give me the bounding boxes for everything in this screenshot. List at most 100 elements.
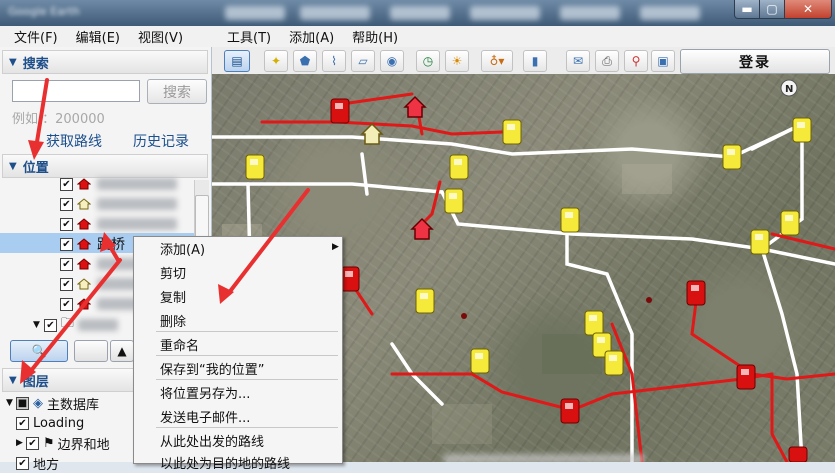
fuel-pin-icon[interactable] (415, 288, 435, 320)
layer-item[interactable]: ✔ 地方 (6, 453, 134, 473)
context-menu-rename[interactable]: 重命名 (160, 335, 199, 354)
red-pin-icon[interactable] (788, 446, 808, 462)
menu-edit[interactable]: 编辑(E) (62, 27, 120, 46)
google-maps-button[interactable]: ⚲ (624, 50, 648, 72)
checkbox[interactable]: ✔ (60, 217, 73, 231)
search-section-header[interactable]: ▼ 搜索 (2, 50, 208, 74)
search-input[interactable] (12, 80, 140, 102)
layer-item[interactable]: ✔ Loading (6, 413, 134, 433)
record-tour-button[interactable]: ◉ (380, 50, 404, 72)
checkbox[interactable]: ■ (16, 396, 29, 410)
house-placemark-icon[interactable] (410, 217, 434, 240)
blurred-label (97, 178, 177, 190)
red-pin-icon[interactable] (686, 280, 706, 312)
checkbox[interactable]: ✔ (60, 297, 73, 311)
list-item[interactable]: ✔ (60, 174, 200, 194)
house-placemark-icon (77, 298, 91, 310)
menu-tools[interactable]: 工具(T) (187, 27, 271, 46)
context-menu-directions-from-here[interactable]: 从此处出发的路线 (160, 431, 264, 450)
checkbox[interactable]: ✔ (60, 277, 73, 291)
save-image-button[interactable]: ▣ (651, 50, 675, 72)
fuel-pin-icon[interactable] (444, 188, 464, 220)
layer-item[interactable]: ▼ ■ ◈ 主数据库 (6, 393, 134, 413)
red-pin-icon[interactable] (560, 398, 580, 430)
search-panel-toggle-button[interactable]: 🔍 (10, 340, 68, 362)
checkbox[interactable]: ✔ (60, 237, 73, 251)
maximize-button[interactable]: ▢ (759, 0, 785, 19)
compass-label: N (785, 84, 793, 95)
context-menu-cut[interactable]: 剪切 (160, 263, 186, 282)
fuel-pin-icon[interactable] (560, 207, 580, 239)
get-route-link[interactable]: 获取路线 (46, 131, 102, 151)
expand-triangle-icon: ▼ (33, 320, 40, 330)
fuel-pin-icon[interactable] (502, 119, 522, 151)
minimize-button[interactable]: ▬ (734, 0, 760, 19)
blank-panel-button[interactable] (74, 340, 108, 362)
sidebar-icon: ▤ (231, 54, 243, 68)
list-item[interactable]: ✔ (60, 194, 200, 214)
login-button[interactable]: 登录 (680, 49, 830, 74)
add-overlay-button[interactable]: ▱ (351, 50, 375, 72)
checkbox[interactable]: ✔ (16, 456, 29, 470)
context-menu-save-place-as[interactable]: 将位置另存为... (160, 383, 250, 402)
search-header-label: 搜索 (22, 56, 49, 72)
context-menu-add[interactable]: 添加(A) (160, 239, 205, 258)
context-menu-copy[interactable]: 复制 (160, 287, 186, 306)
map-dot (646, 297, 652, 303)
checkbox[interactable]: ✔ (60, 257, 73, 271)
checkbox[interactable]: ✔ (16, 416, 29, 430)
close-button[interactable]: ✕ (784, 0, 832, 19)
history-link[interactable]: 历史记录 (133, 131, 189, 151)
road (759, 132, 804, 462)
menu-add[interactable]: 添加(A) (275, 27, 334, 46)
ruler-button[interactable]: ▮ (523, 50, 547, 72)
house-placemark-icon[interactable] (360, 122, 384, 145)
historical-imagery-button[interactable]: ◷ (416, 50, 440, 72)
switch-planet-button[interactable]: ♁▾ (481, 50, 513, 72)
selected-place-label[interactable]: 路桥 (97, 234, 125, 254)
expand-icon: ▶ (16, 438, 23, 448)
layer-item[interactable]: ▶ ✔ ⚑ 边界和地 (6, 433, 134, 453)
fuel-pin-icon[interactable] (780, 210, 800, 242)
menu-help[interactable]: 帮助(H) (338, 27, 398, 46)
email-button[interactable]: ✉ (566, 50, 590, 72)
context-menu-directions-to-here[interactable]: 以此处为目的地的路线 (160, 453, 290, 472)
fuel-pin-icon[interactable] (245, 154, 265, 186)
checkbox[interactable]: ✔ (60, 177, 73, 191)
fuel-pin-icon[interactable] (792, 117, 812, 149)
compass-icon[interactable]: N (780, 79, 798, 97)
menu-file[interactable]: 文件(F) (0, 27, 58, 46)
add-polygon-button[interactable]: ⬟ (293, 50, 317, 72)
red-pin-icon[interactable] (736, 364, 756, 396)
red-pin-icon[interactable] (330, 98, 350, 130)
house-placemark-icon[interactable] (403, 95, 427, 118)
checkbox[interactable]: ✔ (26, 436, 39, 450)
house-placemark-icon (77, 198, 91, 210)
blurred-region (225, 6, 285, 20)
add-placemark-button[interactable]: ✦ (264, 50, 288, 72)
menu-separator (156, 331, 338, 332)
sunlight-button[interactable]: ☀ (445, 50, 469, 72)
places-header-label: 位置 (22, 160, 49, 176)
fuel-pin-icon[interactable] (750, 229, 770, 261)
move-up-button[interactable]: ▲ (110, 340, 134, 362)
add-path-button[interactable]: ⌇ (322, 50, 346, 72)
fuel-pin-icon[interactable] (449, 154, 469, 186)
fuel-pin-icon[interactable] (722, 144, 742, 176)
menu-view[interactable]: 视图(V) (124, 27, 183, 46)
folder-row[interactable]: ▼ ✔ 🗀 (33, 314, 118, 336)
search-button[interactable]: 搜索 (147, 79, 207, 104)
menu-bar: 文件(F) 编辑(E) 视图(V) 工具(T) 添加(A) 帮助(H) (0, 26, 835, 47)
image-overlay-icon: ▱ (358, 54, 368, 68)
checkbox[interactable]: ✔ (60, 197, 73, 211)
print-button[interactable]: ⎙ (595, 50, 619, 72)
red-pin-icon[interactable] (340, 266, 360, 298)
context-menu-delete[interactable]: 删除 (160, 311, 186, 330)
context-menu-save-to-my-places[interactable]: 保存到“我的位置” (160, 359, 264, 378)
fuel-pin-icon[interactable] (604, 350, 624, 382)
list-item[interactable]: ✔ (60, 214, 200, 234)
checkbox[interactable]: ✔ (43, 318, 57, 332)
context-menu-email[interactable]: 发送电子邮件... (160, 407, 250, 426)
fuel-pin-icon[interactable] (470, 348, 490, 380)
sidebar-toggle-button[interactable]: ▤ (224, 50, 250, 72)
